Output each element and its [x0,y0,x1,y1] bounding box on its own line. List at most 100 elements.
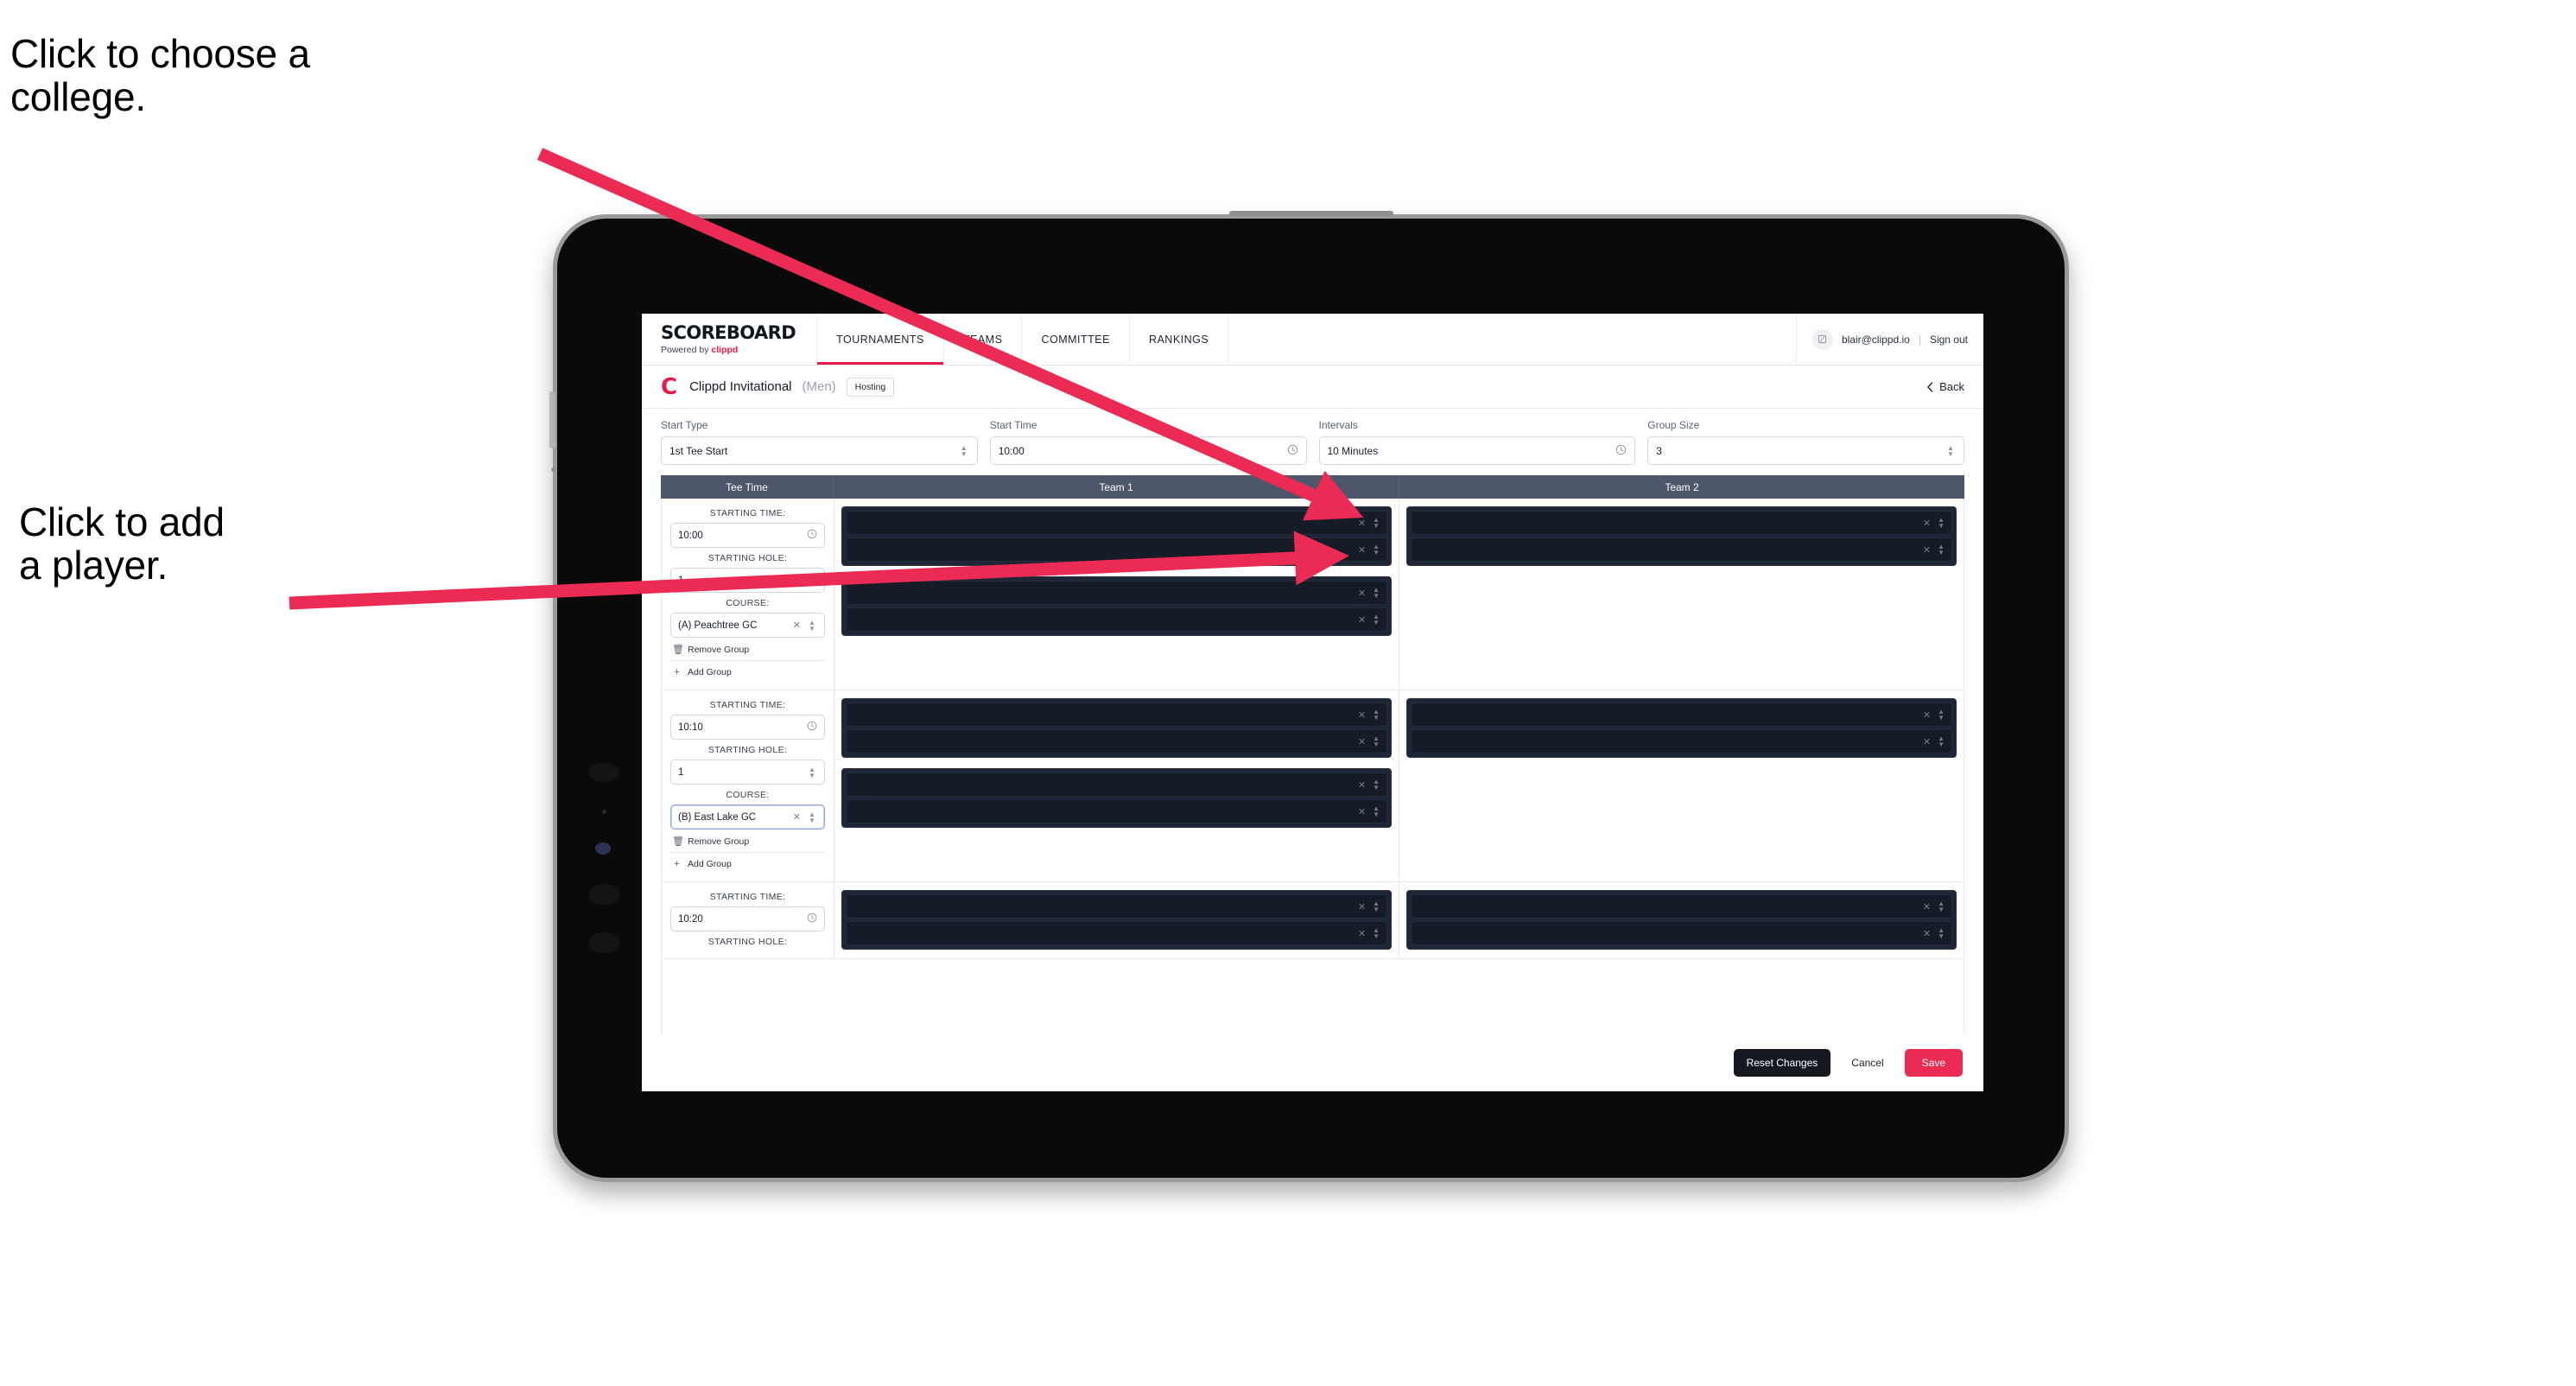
start-type-select[interactable]: 1st Tee Start ▲ ▼ [661,436,978,465]
close-icon[interactable]: ✕ [1358,709,1366,721]
intervals-value: 10 Minutes [1327,444,1379,457]
tablet-speaker-hole-1 [588,763,619,782]
group-size-select[interactable]: 3 ▲ ▼ [1647,436,1964,465]
starting-hole-value: 1 [678,575,684,586]
close-icon[interactable]: ✕ [1923,518,1931,529]
player-slot-row[interactable]: ✕ ▲ ▼ [1411,729,1952,753]
settings-row: Start Type 1st Tee Start ▲ ▼ Start Time 1… [642,409,1983,475]
app-viewport: SCOREBOARD Powered by clippd TOURNAMENTS… [642,314,1983,1091]
chevron-updown-icon[interactable]: ▲ ▼ [1373,614,1380,626]
trash-icon: 🗑 [672,645,684,655]
player-slot-row[interactable]: ✕ ▲ ▼ [846,703,1387,727]
chevron-updown-icon[interactable]: ▲ ▼ [1938,927,1945,940]
close-icon[interactable]: ✕ [1358,614,1366,626]
close-icon[interactable]: ✕ [1358,518,1366,529]
close-icon[interactable]: ✕ [793,811,801,823]
close-icon[interactable]: ✕ [1358,779,1366,791]
brand-tagline: Powered by clippd [661,346,796,355]
chevron-updown-icon[interactable]: ▲ ▼ [1373,544,1380,556]
close-icon[interactable]: ✕ [1358,901,1366,912]
chevron-updown-icon[interactable]: ▲ ▼ [1373,587,1380,600]
close-icon[interactable]: ✕ [1358,588,1366,599]
close-icon[interactable]: ✕ [1358,806,1366,817]
player-slot-row[interactable]: ✕ ▲ ▼ [1411,921,1952,945]
remove-group-label: Remove Group [688,836,750,847]
start-type-value: 1st Tee Start [669,444,728,457]
chevron-updown-icon[interactable]: ▲ ▼ [1373,927,1380,940]
remove-group-label: Remove Group [688,644,750,655]
table-row: STARTING TIME: 10:20 STARTING HOLE: ✕ ▲ ▼ ✕ ▲ ▼ ✕… [662,882,1964,959]
close-icon[interactable]: ✕ [1358,928,1366,939]
course-value: (B) East Lake GC [678,811,757,823]
team-2-cell: ✕ ▲ ▼ ✕ ▲ ▼ [1399,690,1964,881]
nav-tab-teams[interactable]: TEAMS [944,314,1023,365]
intervals-input[interactable]: 10 Minutes [1318,436,1636,465]
starting-time-input[interactable]: 10:20 [670,906,825,931]
chevron-updown-icon[interactable]: ▲ ▼ [1938,544,1945,556]
team-subgroup: ✕ ▲ ▼ ✕ ▲ ▼ [841,698,1392,758]
chevron-updown-icon[interactable]: ▲ ▼ [1373,517,1380,530]
player-slot-row[interactable]: ✕ ▲ ▼ [846,537,1387,562]
course-select[interactable]: (B) East Lake GC ✕ ▲ ▼ [670,804,825,830]
close-icon[interactable]: ✕ [1923,709,1931,721]
nav-tab-tournaments[interactable]: TOURNAMENTS [817,314,944,365]
chevron-updown-icon[interactable]: ▲ ▼ [1373,900,1380,913]
cancel-button[interactable]: Cancel [1843,1049,1892,1077]
chevron-updown-icon[interactable]: ▲ ▼ [1373,709,1380,722]
player-slot-row[interactable]: ✕ ▲ ▼ [1411,537,1952,562]
start-time-input[interactable]: 10:00 [989,436,1307,465]
chevron-updown-icon[interactable]: ▲ ▼ [1938,735,1945,748]
close-icon[interactable]: ✕ [1923,544,1931,556]
starting-time-input[interactable]: 10:10 [670,715,825,740]
close-icon[interactable]: ✕ [1358,544,1366,556]
player-slot-row[interactable]: ✕ ▲ ▼ [1411,511,1952,535]
course-select[interactable]: (A) Peachtree GC ✕ ▲ ▼ [670,613,825,638]
remove-group-button[interactable]: 🗑 Remove Group [670,830,825,853]
player-slot-row[interactable]: ✕ ▲ ▼ [1411,894,1952,919]
close-icon[interactable]: ✕ [793,620,801,631]
close-icon[interactable]: ✕ [1358,736,1366,747]
player-slot-row[interactable]: ✕ ▲ ▼ [846,921,1387,945]
player-slot-row[interactable]: ✕ ▲ ▼ [846,799,1387,823]
team-subgroup: ✕ ▲ ▼ ✕ ▲ ▼ [1406,890,1957,950]
nav-tab-committee[interactable]: COMMITTEE [1022,314,1130,365]
tee-time-cell: STARTING TIME: 10:00 STARTING HOLE: 1 ▲ ▼ COUR… [662,499,834,690]
start-time-value: 10:00 [998,444,1025,457]
player-slot-row[interactable]: ✕ ▲ ▼ [846,772,1387,797]
chevron-updown-icon[interactable]: ▲ ▼ [1373,779,1380,792]
chevron-updown-icon[interactable]: ▲ ▼ [1938,517,1945,530]
add-group-button[interactable]: + Add Group [670,661,825,683]
starting-hole-input[interactable]: 1 ▲ ▼ [670,760,825,785]
close-icon[interactable]: ✕ [1923,928,1931,939]
course-label: COURSE: [726,790,770,800]
chevron-updown-icon[interactable]: ▲ ▼ [1938,900,1945,913]
close-icon[interactable]: ✕ [1923,901,1931,912]
save-button[interactable]: Save [1904,1049,1963,1077]
player-slot-row[interactable]: ✕ ▲ ▼ [846,894,1387,919]
player-slot-row[interactable]: ✕ ▲ ▼ [846,607,1387,632]
close-icon[interactable]: ✕ [1923,736,1931,747]
account-email: blair@clippd.io [1841,333,1910,346]
chevron-updown-icon[interactable]: ▲ ▼ [1373,735,1380,748]
player-slot-row[interactable]: ✕ ▲ ▼ [846,729,1387,753]
reset-changes-button[interactable]: Reset Changes [1733,1049,1831,1077]
team-subgroup: ✕ ▲ ▼ ✕ ▲ ▼ [1406,506,1957,566]
chevron-updown-icon[interactable]: ▲ ▼ [1373,805,1380,818]
avatar[interactable] [1811,328,1833,350]
team-subgroup: ✕ ▲ ▼ ✕ ▲ ▼ [841,576,1392,636]
brand-logo[interactable]: SCOREBOARD Powered by clippd [642,314,818,365]
player-slot-row[interactable]: ✕ ▲ ▼ [1411,703,1952,727]
account-area: blair@clippd.io | Sign out [1797,314,1983,365]
chevron-updown-icon: ▲ ▼ [809,573,815,588]
add-group-button[interactable]: + Add Group [670,853,825,874]
back-button[interactable]: Back [1926,380,1964,393]
remove-group-button[interactable]: 🗑 Remove Group [670,638,825,661]
field-start-type: Start Type 1st Tee Start ▲ ▼ [661,419,978,465]
starting-hole-input[interactable]: 1 ▲ ▼ [670,568,825,593]
chevron-updown-icon[interactable]: ▲ ▼ [1938,709,1945,722]
player-slot-row[interactable]: ✕ ▲ ▼ [846,581,1387,605]
nav-tab-rankings[interactable]: RANKINGS [1130,314,1229,365]
sign-out-button[interactable]: Sign out [1930,334,1968,346]
starting-time-input[interactable]: 10:00 [670,523,825,548]
player-slot-row[interactable]: ✕ ▲ ▼ [846,511,1387,535]
